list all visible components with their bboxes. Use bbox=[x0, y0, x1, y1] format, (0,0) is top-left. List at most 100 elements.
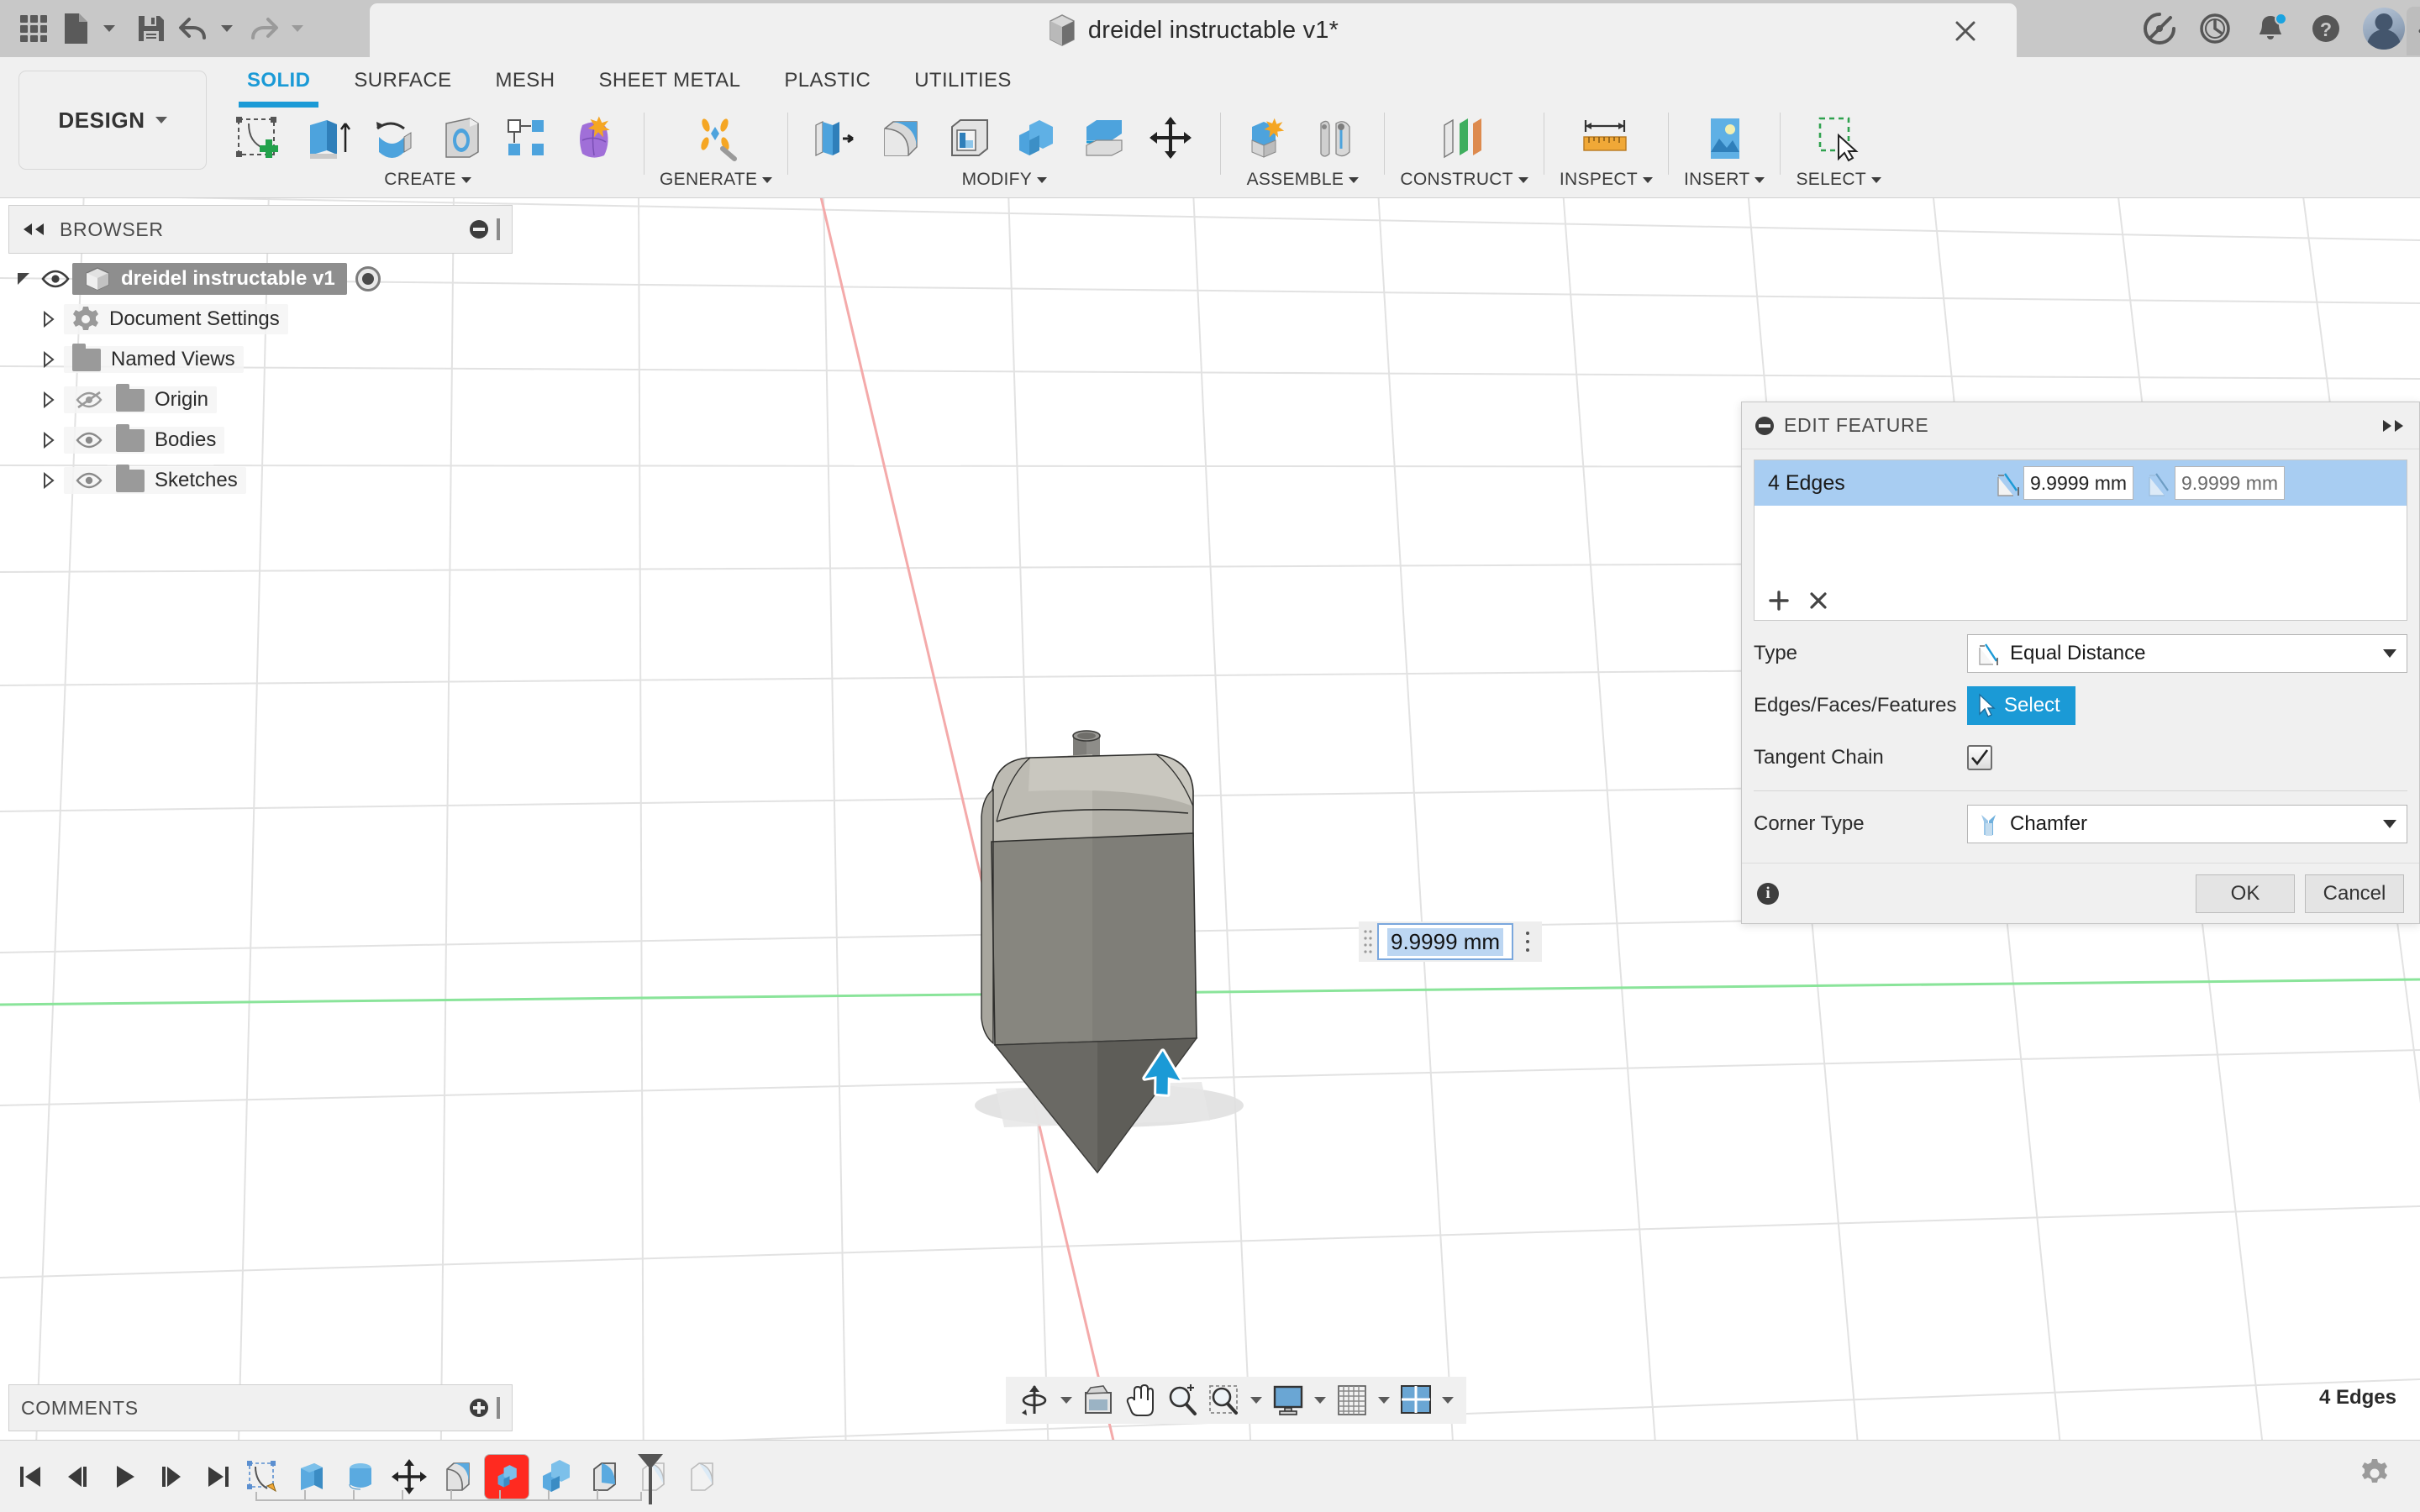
extension-icon[interactable] bbox=[2141, 10, 2178, 47]
panel-select-label[interactable]: SELECT bbox=[1796, 170, 1881, 190]
step-back-icon[interactable] bbox=[59, 1458, 96, 1495]
expand-arrow-icon[interactable] bbox=[34, 351, 64, 368]
move-copy-icon[interactable] bbox=[1139, 109, 1205, 168]
tab-plastic[interactable]: PLASTIC bbox=[762, 57, 892, 104]
offset-plane-icon[interactable] bbox=[1432, 109, 1497, 168]
grid-dropdown-caret-icon[interactable] bbox=[1374, 1380, 1394, 1420]
tab-utilities[interactable]: UTILITIES bbox=[892, 57, 1034, 104]
display-settings-icon[interactable] bbox=[1268, 1380, 1308, 1420]
recent-icon[interactable] bbox=[2196, 10, 2233, 47]
tree-item-component-root[interactable]: dreidel instructable v1 bbox=[8, 259, 513, 299]
activate-component-radio[interactable] bbox=[355, 266, 381, 291]
expand-arrow-icon[interactable] bbox=[34, 391, 64, 408]
edit-feature-dialog[interactable]: EDIT FEATURE 4 Edges 9.9999 mm bbox=[1741, 402, 2420, 924]
edge-distance-2-field[interactable]: 9.9999 mm bbox=[2175, 466, 2285, 500]
expand-arrow-icon[interactable] bbox=[34, 472, 64, 489]
new-tab-icon[interactable] bbox=[2407, 7, 2420, 55]
file-icon[interactable] bbox=[59, 7, 92, 50]
type-dropdown[interactable]: Equal Distance bbox=[1967, 634, 2407, 673]
extrude-icon[interactable] bbox=[294, 109, 360, 168]
workspace-selector[interactable]: DESIGN bbox=[18, 71, 207, 170]
orbit-icon[interactable] bbox=[1014, 1380, 1055, 1420]
visibility-eye-icon[interactable] bbox=[39, 270, 72, 288]
edge-distance-2[interactable]: 9.9999 mm bbox=[2146, 466, 2285, 500]
settings-gear-icon[interactable] bbox=[2361, 1457, 2391, 1492]
panel-construct-label[interactable]: CONSTRUCT bbox=[1400, 170, 1528, 190]
visibility-eye-icon[interactable] bbox=[72, 471, 106, 490]
edge-list-row[interactable]: 4 Edges 9.9999 mm bbox=[1754, 460, 2407, 506]
shell-feature-icon[interactable] bbox=[581, 1454, 627, 1499]
remove-selection-icon[interactable] bbox=[1808, 591, 1828, 611]
orbit-dropdown-caret-icon[interactable] bbox=[1056, 1380, 1076, 1420]
tangent-chain-checkbox[interactable] bbox=[1967, 745, 1992, 770]
redo-dropdown-caret-icon[interactable] bbox=[281, 7, 314, 50]
add-selection-icon[interactable] bbox=[1768, 590, 1790, 612]
minimize-icon[interactable] bbox=[470, 220, 488, 239]
shell-icon[interactable] bbox=[938, 109, 1003, 168]
zoom-window-icon[interactable] bbox=[1204, 1380, 1244, 1420]
combine-icon[interactable] bbox=[1005, 109, 1071, 168]
expand-arrow-icon[interactable] bbox=[34, 432, 64, 449]
revolve-icon[interactable] bbox=[361, 109, 427, 168]
drag-grip-icon[interactable] bbox=[1359, 923, 1377, 960]
corner-type-dropdown[interactable]: Chamfer bbox=[1967, 805, 2407, 843]
tab-sheet-metal[interactable]: SHEET METAL bbox=[576, 57, 762, 104]
tree-item-sketches[interactable]: Sketches bbox=[8, 460, 513, 501]
tree-item-bodies[interactable]: Bodies bbox=[8, 420, 513, 460]
info-icon[interactable]: i bbox=[1757, 883, 1779, 905]
edge-selection-list[interactable]: 4 Edges 9.9999 mm bbox=[1754, 459, 2407, 621]
tab-surface[interactable]: SURFACE bbox=[332, 57, 473, 104]
panel-generate-label[interactable]: GENERATE bbox=[660, 170, 772, 190]
look-at-icon[interactable] bbox=[1078, 1380, 1118, 1420]
panel-assemble-label[interactable]: ASSEMBLE bbox=[1247, 170, 1360, 190]
undo-dropdown-caret-icon[interactable] bbox=[210, 7, 244, 50]
document-tab[interactable]: dreidel instructable v1* bbox=[370, 3, 2017, 57]
panel-modify-label[interactable]: MODIFY bbox=[962, 170, 1047, 190]
close-icon[interactable] bbox=[1953, 18, 1978, 44]
go-to-beginning-icon[interactable] bbox=[12, 1458, 49, 1495]
edge-distance-1[interactable]: 9.9999 mm bbox=[1995, 466, 2133, 500]
pattern-icon[interactable] bbox=[496, 109, 561, 168]
hole-icon[interactable] bbox=[429, 109, 494, 168]
edge-distance-1-field[interactable]: 9.9999 mm bbox=[2023, 466, 2133, 500]
grid-snaps-icon[interactable] bbox=[1332, 1380, 1372, 1420]
sketch-feature-icon[interactable] bbox=[240, 1454, 286, 1499]
save-icon[interactable] bbox=[129, 7, 173, 50]
visibility-hidden-eye-icon[interactable] bbox=[72, 391, 106, 409]
expand-right-icon[interactable] bbox=[2381, 418, 2406, 433]
pan-icon[interactable] bbox=[1120, 1380, 1160, 1420]
combine-feature-icon[interactable] bbox=[533, 1454, 578, 1499]
press-pull-icon[interactable] bbox=[803, 109, 869, 168]
panel-resize-grip[interactable] bbox=[497, 218, 500, 240]
insert-image-icon[interactable] bbox=[1691, 109, 1757, 168]
file-dropdown-caret-icon[interactable] bbox=[92, 7, 126, 50]
revolve-feature-icon[interactable] bbox=[338, 1454, 383, 1499]
timeline-marker-icon[interactable] bbox=[636, 1452, 665, 1509]
tree-item-document-settings[interactable]: Document Settings bbox=[8, 299, 513, 339]
fillet3-feature-icon[interactable] bbox=[679, 1454, 724, 1499]
redo-icon[interactable] bbox=[247, 7, 281, 50]
app-grid-icon[interactable] bbox=[12, 7, 55, 50]
dimension-value-field[interactable]: 9.9999 mm bbox=[1377, 923, 1513, 960]
help-icon[interactable]: ? bbox=[2307, 10, 2344, 47]
ok-button[interactable]: OK bbox=[2196, 874, 2295, 913]
chamfer-feature-icon[interactable] bbox=[484, 1454, 529, 1499]
move-feature-icon[interactable] bbox=[387, 1454, 432, 1499]
panel-resize-grip[interactable] bbox=[497, 1397, 500, 1419]
tree-item-named-views[interactable]: Named Views bbox=[8, 339, 513, 380]
extrude-feature-icon[interactable] bbox=[289, 1454, 334, 1499]
minimize-icon[interactable] bbox=[1755, 417, 1774, 435]
expand-arrow-icon[interactable] bbox=[34, 311, 64, 328]
joint-icon[interactable] bbox=[1303, 109, 1369, 168]
tab-solid[interactable]: SOLID bbox=[225, 57, 332, 104]
play-icon[interactable] bbox=[106, 1458, 143, 1495]
account-avatar[interactable] bbox=[2363, 8, 2405, 50]
panel-create-label[interactable]: CREATE bbox=[384, 170, 471, 190]
sketch-create-icon[interactable] bbox=[227, 109, 292, 168]
split-face-icon[interactable] bbox=[1072, 109, 1138, 168]
viewports-icon[interactable] bbox=[1396, 1380, 1436, 1420]
more-options-icon[interactable] bbox=[1513, 923, 1542, 960]
zoom-icon[interactable] bbox=[1162, 1380, 1202, 1420]
visibility-eye-icon[interactable] bbox=[72, 431, 106, 449]
cancel-button[interactable]: Cancel bbox=[2305, 874, 2404, 913]
